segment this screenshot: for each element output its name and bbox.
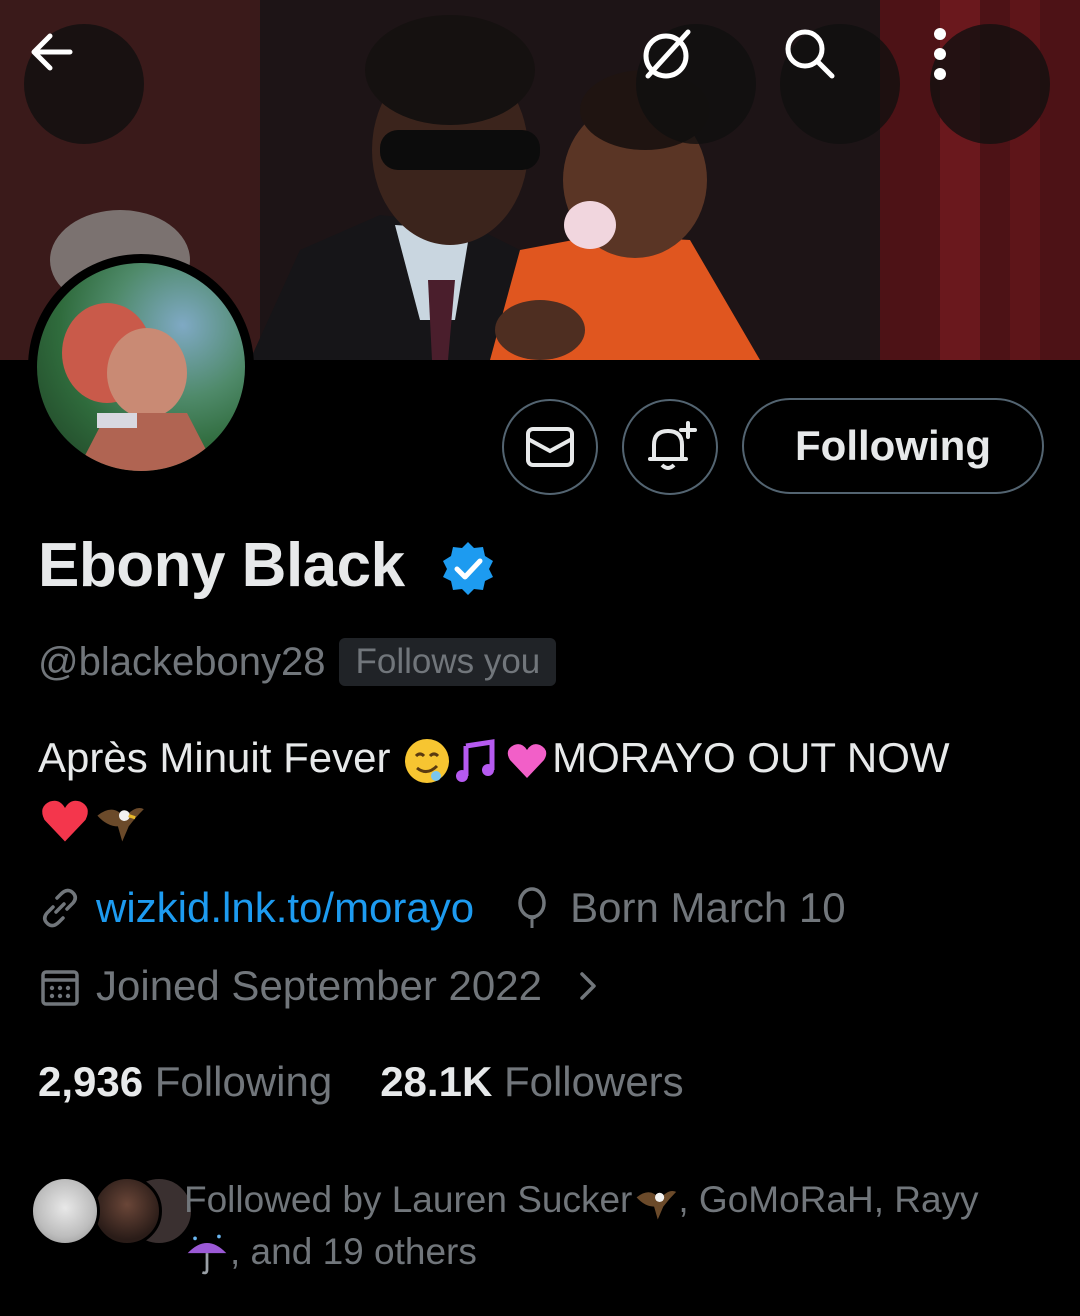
profile-avatar[interactable] xyxy=(28,254,254,480)
red-heart-emoji-icon xyxy=(42,800,88,842)
more-button[interactable] xyxy=(930,24,1050,144)
user-handle: @blackebony28 xyxy=(38,639,326,684)
followers-stat[interactable]: 28.1K Followers xyxy=(380,1058,683,1106)
message-button[interactable] xyxy=(502,399,598,495)
grok-icon xyxy=(643,29,691,79)
notify-button[interactable] xyxy=(622,399,718,495)
meta-row-2[interactable]: Joined September 2022 xyxy=(38,962,608,1010)
drooling-face-emoji-icon xyxy=(405,738,450,783)
followed-by-prefix: Followed by Lauren Sucker xyxy=(184,1179,633,1220)
meta-row-1: wizkid.lnk.to/morayo Born March 10 xyxy=(38,884,846,932)
birthday: Born March 10 xyxy=(570,884,846,931)
follows-you-badge: Follows you xyxy=(339,638,557,686)
bio: Après Minuit Fever MORAYO OUT NOW xyxy=(38,728,1048,848)
followed-by-text[interactable]: Followed by Lauren Sucker , GoMoRaH, Rayy… xyxy=(184,1174,1054,1278)
joined-date: Joined September 2022 xyxy=(96,962,542,1009)
followers-count: 28.1K xyxy=(380,1058,493,1105)
mini-avatar-2 xyxy=(92,1176,162,1246)
following-label: Following xyxy=(154,1058,333,1105)
mini-avatar-1 xyxy=(30,1176,100,1246)
following-button[interactable]: Following xyxy=(742,398,1044,494)
display-name: Ebony Black xyxy=(38,531,405,600)
avatar-photo xyxy=(37,263,245,471)
profile-link[interactable]: wizkid.lnk.to/morayo xyxy=(96,884,474,932)
followed-by-suffix: , and 19 others xyxy=(230,1231,477,1272)
mail-icon xyxy=(526,427,574,467)
followed-by-middle: , GoMoRaH, Rayy xyxy=(678,1179,979,1220)
umbrella-rain-emoji-icon xyxy=(187,1234,227,1275)
grok-button[interactable] xyxy=(636,24,756,144)
verified-badge-icon[interactable] xyxy=(440,540,496,596)
search-button[interactable] xyxy=(780,24,900,144)
eagle-emoji-icon xyxy=(97,807,144,842)
followers-label: Followers xyxy=(503,1058,684,1105)
eagle-emoji-icon xyxy=(636,1191,677,1220)
link-icon xyxy=(43,888,77,928)
following-count: 2,936 xyxy=(38,1058,144,1105)
search-icon xyxy=(785,29,835,79)
music-notes-emoji-icon xyxy=(456,738,495,782)
profile-page: Following Ebony Black @blackebony28 Foll… xyxy=(0,0,1080,1316)
back-arrow-icon xyxy=(31,33,73,71)
beating-heart-emoji-icon xyxy=(507,744,547,778)
calendar-icon xyxy=(41,970,79,1006)
handle-row: @blackebony28 Follows you xyxy=(38,638,557,686)
bio-text-morayo: MORAYO OUT NOW xyxy=(552,734,950,781)
follow-stats: 2,936 Following 28.1K Followers xyxy=(38,1058,684,1106)
back-button[interactable] xyxy=(24,24,144,144)
balloon-icon xyxy=(518,887,546,928)
bio-text: Après Minuit Fever xyxy=(38,734,403,781)
more-vertical-icon xyxy=(934,28,946,80)
chevron-right-icon xyxy=(580,972,596,1000)
following-stat[interactable]: 2,936 Following xyxy=(38,1058,332,1106)
bell-plus-icon xyxy=(648,421,697,470)
